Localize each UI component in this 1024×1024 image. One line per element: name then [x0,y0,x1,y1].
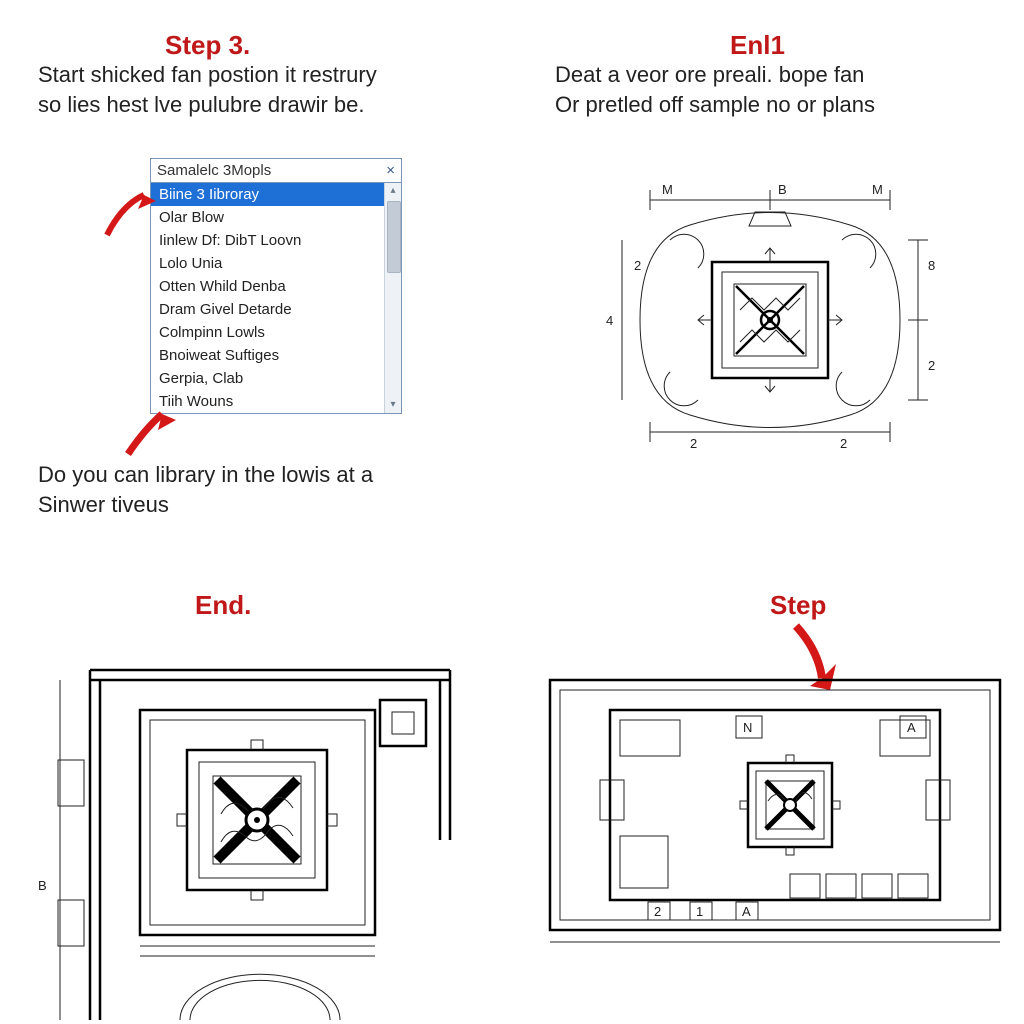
dim-label: 2 [690,436,697,451]
dim-label: 4 [606,313,613,328]
dropdown-item[interactable]: Colmpinn Lowls [151,321,385,344]
dim-label: A [742,904,751,919]
dropdown-item[interactable]: Otten Whild Denba [151,275,385,298]
dim-label: 2 [654,904,661,919]
dropdown-item[interactable]: Lolo Unia [151,252,385,275]
dim-label: 2 [928,358,935,373]
dropdown-item[interactable]: Olar Blow [151,206,385,229]
dropdown-item[interactable]: Tiih Wouns [151,390,385,413]
step3-body: Start shicked fan postion it restrury so… [38,60,468,119]
red-arrow-icon [102,185,157,240]
enl1-body: Deat a veor ore preali. bope fan Or pret… [555,60,995,119]
dropdown-scrollbar[interactable]: ▴ ▾ [384,183,401,413]
dim-label: B [38,878,47,893]
close-icon[interactable]: × [386,162,395,179]
dropdown-list[interactable]: ▴ ▾ Biine 3 IibrorayOlar BlowIinlew Df: … [151,183,401,413]
fan-dimension-drawing: M B M 8 2 4 2 2 2 [580,170,960,470]
dropdown-item[interactable]: Dram Givel Detarde [151,298,385,321]
dim-label: 2 [634,258,641,273]
scroll-up-icon[interactable]: ▴ [385,183,401,199]
step-floorplan: N A 2 1 A [540,660,1010,960]
step3-caption: Do you can library in the lowis at a Sin… [38,460,478,519]
dropdown-title-bar: Samalelc 3Mopls × [151,159,401,183]
dim-label: 8 [928,258,935,273]
end-heading: End. [195,590,251,621]
dim-label: M [872,182,883,197]
dim-label: M [662,182,673,197]
scroll-thumb[interactable] [387,201,401,273]
scroll-down-icon[interactable]: ▾ [385,397,401,413]
dropdown-item[interactable]: Gerpia, Clab [151,367,385,390]
step-heading: Step [770,590,826,621]
dim-label: A [907,720,916,735]
dropdown-item[interactable]: Bnoiweat Suftiges [151,344,385,367]
dim-label: N [743,720,752,735]
end-floorplan: B [30,640,460,1020]
enl1-heading: Enl1 [730,30,785,61]
dropdown-item[interactable]: Iinlew Df: DibT Loovn [151,229,385,252]
step3-heading: Step 3. [165,30,250,61]
sample-models-dropdown[interactable]: Samalelc 3Mopls × ▴ ▾ Biine 3 IibrorayOl… [150,158,402,414]
dim-label: B [778,182,787,197]
dropdown-title: Samalelc 3Mopls [157,162,271,179]
dropdown-item[interactable]: Biine 3 Iibroray [151,183,385,206]
dim-label: 2 [840,436,847,451]
red-arrow-icon [122,400,182,460]
dim-label: 1 [696,904,703,919]
